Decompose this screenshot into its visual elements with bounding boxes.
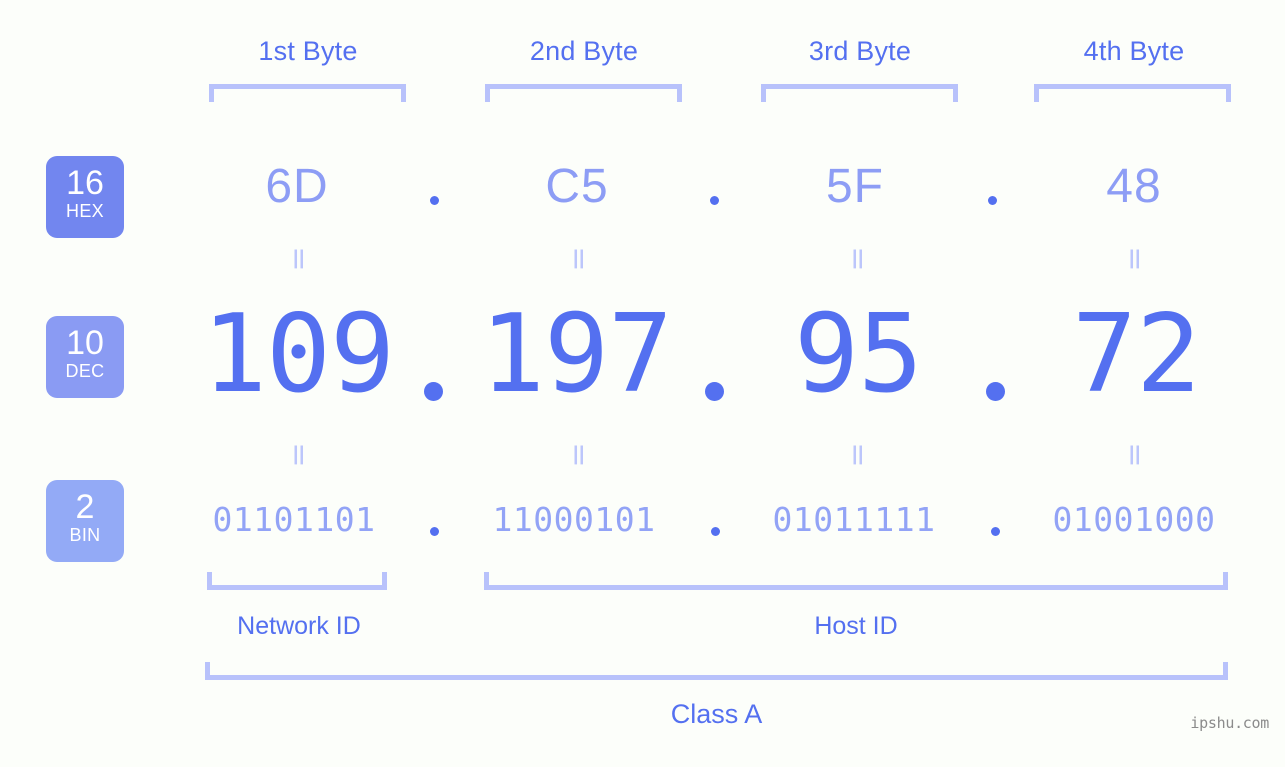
dec-value-4: 72 <box>1071 292 1201 417</box>
dec-separator-dot-2 <box>705 382 724 401</box>
byte-header-label-4: 4th Byte <box>1083 36 1185 66</box>
dec-separator-dot-3 <box>986 382 1005 401</box>
hex-value-4: 48 <box>1106 160 1162 213</box>
byte-bracket-4 <box>1034 84 1231 102</box>
equals-icon-hex-dec-4: = <box>1117 246 1153 272</box>
hex-separator-dot-3 <box>988 196 997 205</box>
host-id-bracket <box>484 572 1228 590</box>
dec-value-1: 109 <box>201 292 395 417</box>
equals-icon-dec-bin-1: = <box>281 442 317 468</box>
equals-icon-dec-bin-2: = <box>561 442 597 468</box>
network-id-bracket <box>207 572 387 590</box>
dec-separator-dot-1 <box>424 382 443 401</box>
bin-value-3: 01011111 <box>772 500 936 539</box>
base-badge-dec: 10 DEC <box>46 316 124 398</box>
equals-icon-dec-bin-3: = <box>840 442 876 468</box>
base-badge-dec-name: DEC <box>65 361 105 381</box>
base-badge-hex: 16 HEX <box>46 156 124 238</box>
bin-separator-dot-3 <box>991 527 1000 536</box>
bin-value-2: 11000101 <box>492 500 656 539</box>
base-badge-hex-number: 16 <box>66 164 104 202</box>
base-badge-hex-name: HEX <box>66 201 104 221</box>
equals-icon-dec-bin-4: = <box>1117 442 1153 468</box>
byte-header-label-1: 1st Byte <box>258 36 358 66</box>
equals-icon-hex-dec-3: = <box>840 246 876 272</box>
class-bracket <box>205 662 1228 680</box>
ip-address-breakdown-diagram: 1st Byte 2nd Byte 3rd Byte 4th Byte 16 H… <box>0 0 1285 767</box>
hex-value-3: 5F <box>825 160 884 213</box>
bin-value-4: 01001000 <box>1052 500 1216 539</box>
byte-bracket-3 <box>761 84 958 102</box>
byte-header-label-3: 3rd Byte <box>808 36 912 66</box>
dec-value-3: 95 <box>793 292 923 417</box>
bin-separator-dot-2 <box>711 527 720 536</box>
class-label: Class A <box>670 699 763 729</box>
base-badge-bin: 2 BIN <box>46 480 124 562</box>
hex-value-2: C5 <box>545 160 609 213</box>
dec-value-2: 197 <box>479 292 673 417</box>
byte-header-label-2: 2nd Byte <box>529 36 639 66</box>
bin-separator-dot-1 <box>430 527 439 536</box>
byte-bracket-1 <box>209 84 406 102</box>
hex-value-1: 6D <box>265 160 329 213</box>
watermark: ipshu.com <box>1190 714 1269 732</box>
byte-bracket-2 <box>485 84 682 102</box>
network-id-label: Network ID <box>237 612 361 640</box>
equals-icon-hex-dec-2: = <box>561 246 597 272</box>
base-badge-bin-name: BIN <box>69 525 101 545</box>
bin-value-1: 01101101 <box>212 500 376 539</box>
equals-icon-hex-dec-1: = <box>281 246 317 272</box>
host-id-label: Host ID <box>814 612 898 640</box>
base-badge-bin-number: 2 <box>75 488 95 526</box>
hex-separator-dot-1 <box>430 196 439 205</box>
hex-separator-dot-2 <box>710 196 719 205</box>
base-badge-dec-number: 10 <box>66 324 104 362</box>
